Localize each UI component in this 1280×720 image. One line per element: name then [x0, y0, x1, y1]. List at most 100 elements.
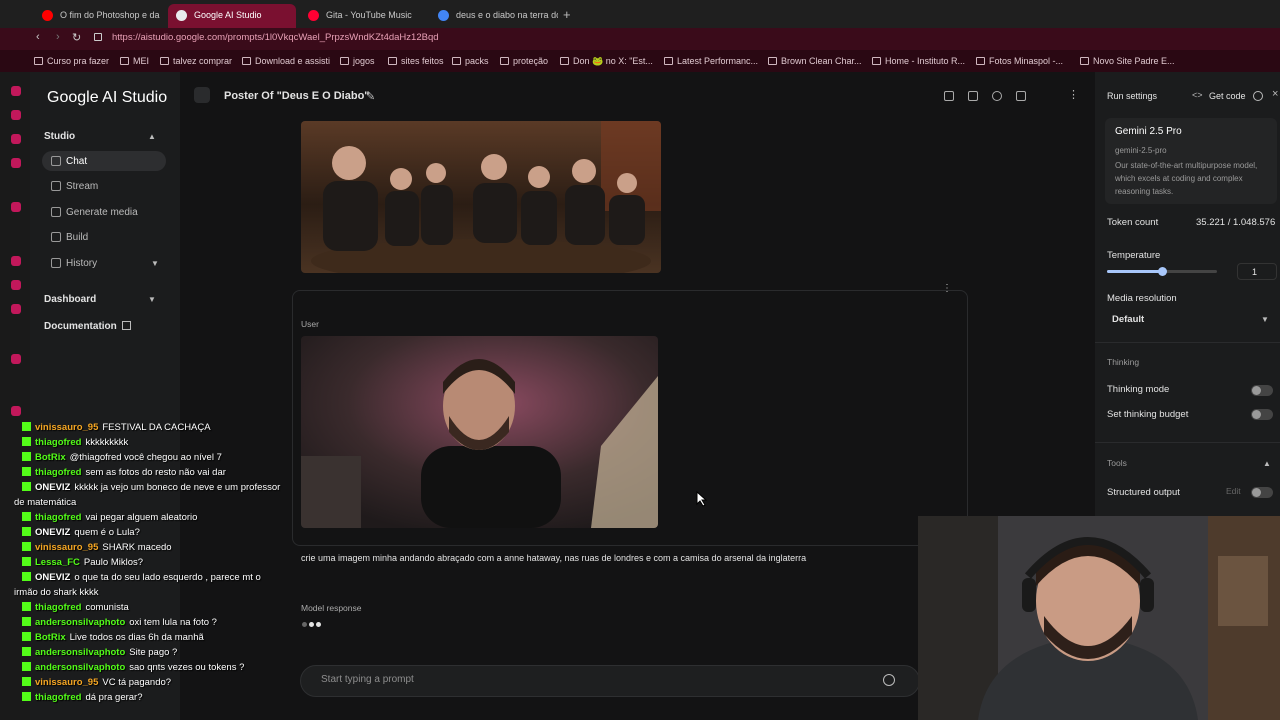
- build-icon: [51, 232, 61, 242]
- kick-icon: [22, 602, 31, 611]
- bookmark-item[interactable]: Don 🐸 no X: "Est...: [560, 56, 653, 67]
- chat-message: ONEVIZ kkkkk ja vejo um boneco de neve e …: [22, 480, 294, 495]
- bookmark-item[interactable]: Curso pra fazer: [34, 56, 109, 66]
- bookmark-item[interactable]: talvez comprar: [160, 56, 232, 66]
- sidebar-item-generate-media[interactable]: Generate media: [42, 202, 166, 222]
- kick-icon: [22, 467, 31, 476]
- extension-icon[interactable]: [11, 354, 21, 364]
- browser-tab[interactable]: deus e o diabo na terra do: [430, 4, 558, 28]
- extension-icon[interactable]: [11, 280, 21, 290]
- bookmark-item[interactable]: Brown Clean Char...: [768, 56, 862, 66]
- kick-icon: [22, 512, 31, 521]
- youtube-icon: [42, 10, 53, 21]
- kick-icon: [22, 482, 31, 491]
- doc-icon[interactable]: [944, 91, 954, 101]
- bookmark-item[interactable]: proteção: [500, 56, 548, 66]
- user-uploaded-image[interactable]: [301, 336, 658, 528]
- youtube-music-icon: [308, 10, 319, 21]
- folder-icon: [872, 57, 881, 65]
- x-icon[interactable]: [11, 304, 21, 314]
- close-icon[interactable]: ×: [1272, 88, 1278, 100]
- get-code-button[interactable]: Get code: [1209, 91, 1246, 101]
- slider-thumb[interactable]: [1158, 267, 1167, 276]
- divider: [1095, 342, 1280, 343]
- extension-icon[interactable]: [11, 110, 21, 120]
- extension-icon[interactable]: [11, 134, 21, 144]
- thinking-mode-toggle[interactable]: [1251, 385, 1273, 396]
- bookmark-item[interactable]: Download e assisti: [242, 56, 330, 66]
- share-icon[interactable]: [992, 91, 1002, 101]
- extension-icon[interactable]: [11, 86, 21, 96]
- sidebar-item-stream[interactable]: Stream: [42, 176, 166, 196]
- prompt-input[interactable]: [321, 674, 861, 685]
- extension-icon[interactable]: [11, 202, 21, 212]
- bookmark-item[interactable]: Novo Site Padre E...: [1080, 56, 1175, 66]
- temperature-input[interactable]: 1: [1237, 263, 1277, 280]
- folder-icon: [664, 57, 673, 65]
- back-icon[interactable]: ‹: [36, 31, 40, 43]
- sidebar-item-build[interactable]: Build: [42, 227, 166, 247]
- thinking-budget-toggle[interactable]: [1251, 409, 1273, 420]
- bookmark-item[interactable]: packs: [452, 56, 489, 66]
- reload-icon[interactable]: ↻: [72, 31, 81, 44]
- collapse-sidebar-icon[interactable]: [194, 87, 210, 103]
- loading-dot: [316, 622, 321, 627]
- bookmark-item[interactable]: jogos: [340, 56, 375, 66]
- app-logo[interactable]: Google AI Studio: [47, 89, 167, 107]
- chat-text: sem as fotos do resto não vai dar: [85, 467, 226, 478]
- bookmark-label: Download e assisti: [255, 56, 331, 66]
- chat-message: BotRix Live todos os dias 6h da manhã: [22, 630, 294, 645]
- model-selector-card[interactable]: Gemini 2.5 Pro gemini-2.5-pro Our state-…: [1105, 118, 1277, 204]
- extension-icon[interactable]: [11, 158, 21, 168]
- edit-link[interactable]: Edit: [1226, 486, 1241, 496]
- structured-output-toggle[interactable]: [1251, 487, 1273, 498]
- bookmark-item[interactable]: Latest Performanc...: [664, 56, 758, 66]
- chevron-down-icon[interactable]: ▼: [1261, 315, 1269, 324]
- browser-tab[interactable]: O fim do Photoshop e da: [34, 4, 162, 28]
- media-resolution-select[interactable]: Default: [1105, 308, 1277, 330]
- chat-message: vinissauro_95 SHARK macedo: [22, 540, 294, 555]
- compare-icon[interactable]: [1253, 91, 1263, 101]
- edit-icon[interactable]: ✎: [366, 90, 375, 103]
- token-count-label: Token count: [1107, 217, 1159, 228]
- generated-image-group[interactable]: [301, 121, 661, 273]
- bookmark-item[interactable]: MEI: [120, 56, 149, 66]
- nav-section-documentation[interactable]: Documentation: [44, 321, 117, 332]
- browser-tab[interactable]: Gita - YouTube Music: [300, 4, 428, 28]
- chat-username: andersonsilvaphoto: [35, 647, 126, 658]
- kick-icon: [22, 542, 31, 551]
- forward-icon[interactable]: ›: [56, 31, 60, 43]
- bookmark-item[interactable]: Fotos Minaspol -...: [976, 56, 1063, 66]
- chevron-down-icon[interactable]: ▼: [151, 259, 159, 268]
- bookmark-label: Curso pra fazer: [47, 56, 110, 66]
- more-vert-icon[interactable]: ⋮: [1068, 88, 1079, 101]
- sidebar-item-chat[interactable]: Chat: [42, 151, 166, 171]
- chat-text: oxi tem lula na foto ?: [129, 617, 217, 628]
- address-bar: ‹ › ↻ https://aistudio.google.com/prompt…: [0, 28, 1280, 50]
- bookmark-item[interactable]: sites feitos: [388, 56, 444, 66]
- temperature-slider[interactable]: [1107, 267, 1217, 276]
- folder-icon: [388, 57, 397, 65]
- chevron-up-icon[interactable]: ▲: [148, 132, 156, 141]
- add-icon[interactable]: [883, 674, 895, 686]
- message-options-icon[interactable]: ⋮: [942, 283, 952, 294]
- nav-section-dashboard[interactable]: Dashboard: [44, 294, 96, 305]
- run-settings-title: Run settings: [1107, 91, 1158, 101]
- url-field[interactable]: https://aistudio.google.com/prompts/1l0V…: [112, 32, 439, 43]
- chat-text: FESTIVAL DA CACHAÇA: [102, 422, 211, 433]
- browser-tab-active[interactable]: Google AI Studio: [168, 4, 296, 28]
- clock-icon[interactable]: [11, 406, 21, 416]
- chevron-up-icon[interactable]: ▲: [1263, 459, 1271, 468]
- folder-icon: [340, 57, 349, 65]
- chat-username: ONEVIZ: [35, 527, 71, 538]
- loading-dot: [309, 622, 314, 627]
- bookmark-item[interactable]: Home - Instituto R...: [872, 56, 965, 66]
- compare-icon[interactable]: [968, 91, 978, 101]
- chat-text: irmão do shark kkkk: [14, 587, 99, 598]
- chevron-down-icon[interactable]: ▼: [148, 295, 156, 304]
- tools-icon[interactable]: [1016, 91, 1026, 101]
- nav-section-studio[interactable]: Studio: [44, 131, 75, 142]
- sidebar-item-history[interactable]: History: [42, 253, 166, 273]
- extension-icon[interactable]: [11, 256, 21, 266]
- new-tab-icon[interactable]: +: [563, 7, 571, 22]
